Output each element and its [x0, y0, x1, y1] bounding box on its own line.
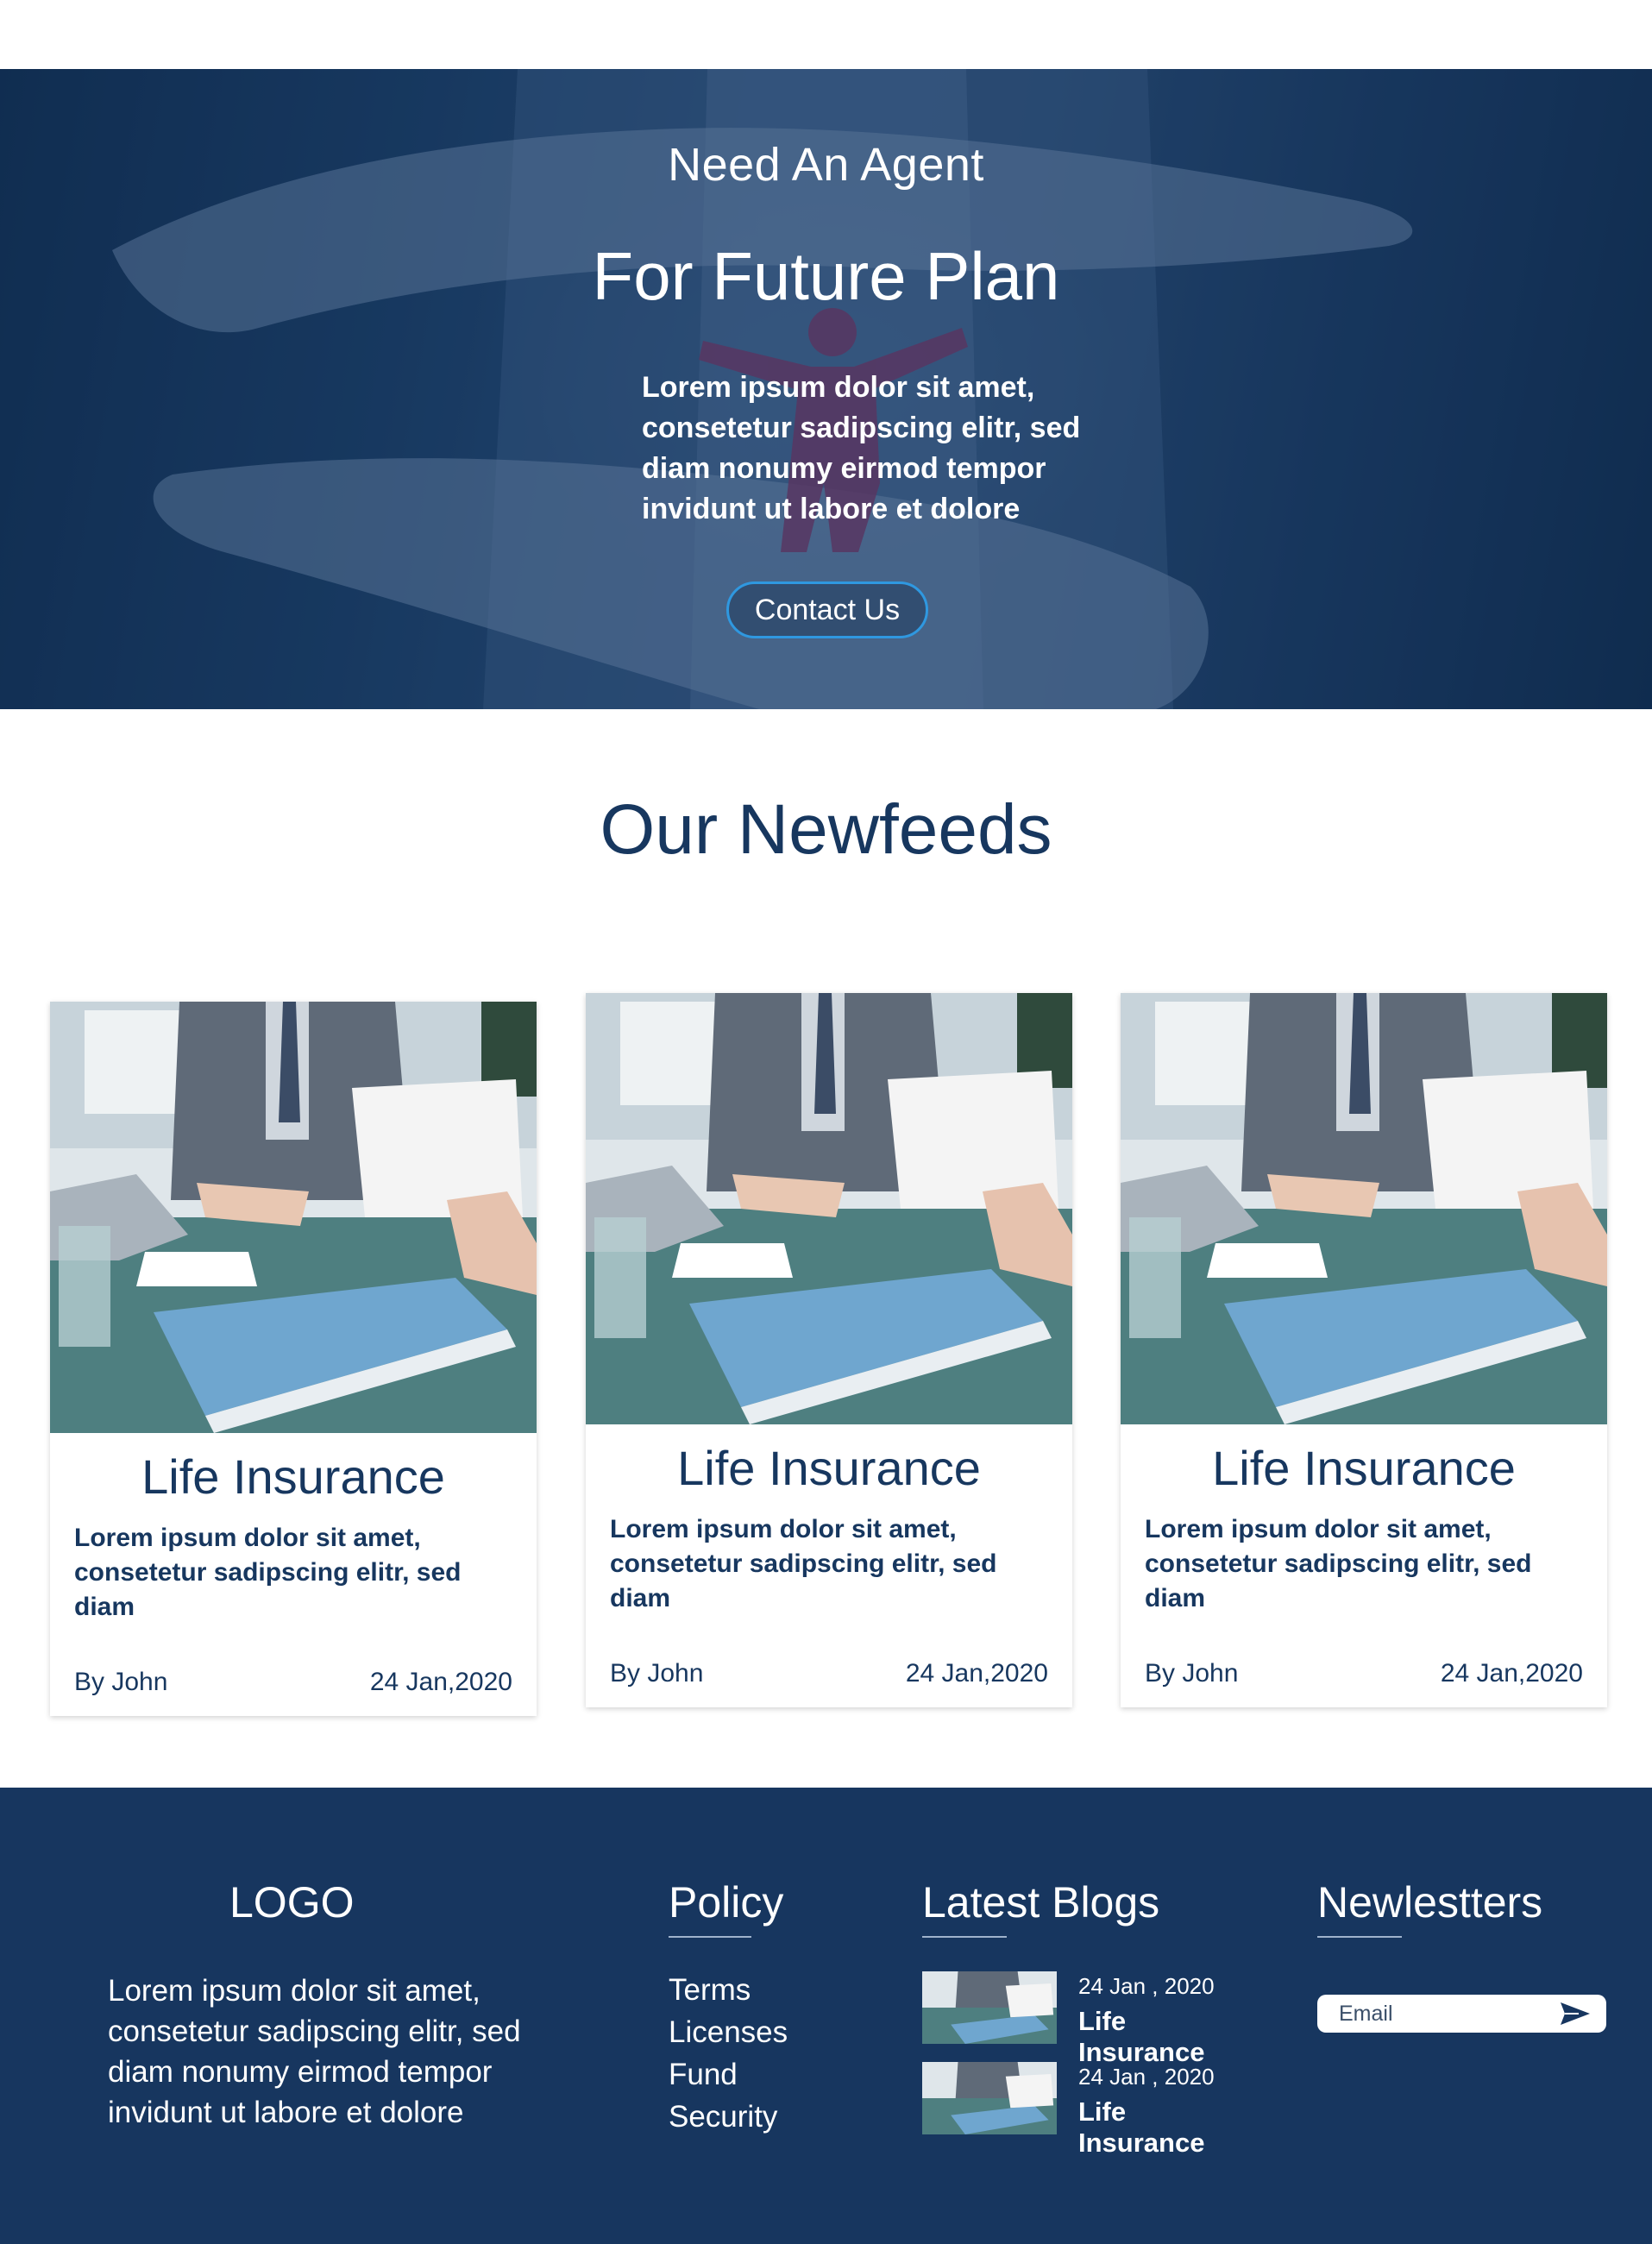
blog-item[interactable]: 24 Jan , 2020 Life Insurance — [922, 2062, 1233, 2158]
footer-link-terms[interactable]: Terms — [669, 1969, 788, 2011]
hero-banner: Need An Agent For Future Plan Lorem ipsu… — [0, 69, 1652, 709]
footer-link-fund[interactable]: Fund — [669, 2053, 788, 2096]
footer-about-text: Lorem ipsum dolor sit amet, consetetur s… — [108, 1974, 521, 2129]
blog-date: 24 Jan , 2020 — [1078, 1973, 1215, 1999]
hero-subtitle: Need An Agent — [668, 139, 984, 191]
card-text: Lorem ipsum dolor sit amet, consetetur s… — [74, 1524, 462, 1621]
card-author: By John — [610, 1659, 704, 1688]
card-title: Life Insurance — [677, 1441, 981, 1495]
email-input[interactable] — [1317, 1995, 1550, 2033]
blog-thumbnail — [922, 2062, 1057, 2134]
contact-us-button[interactable]: Contact Us — [726, 581, 928, 638]
blog-item[interactable]: 24 Jan , 2020 Life Insurance — [922, 1971, 1233, 2067]
card-title: Life Insurance — [1212, 1441, 1516, 1495]
send-icon[interactable] — [1560, 2002, 1591, 2026]
news-card[interactable]: Life Insurance Lorem ipsum dolor sit ame… — [1121, 993, 1607, 1707]
blog-title[interactable]: Life Insurance — [1078, 2006, 1233, 2068]
card-date: 24 Jan,2020 — [1440, 1659, 1583, 1688]
card-image — [1121, 993, 1607, 1424]
card-title: Life Insurance — [141, 1449, 445, 1504]
newsletter-heading-underline — [1317, 1936, 1402, 1938]
policy-heading-underline — [669, 1936, 751, 1938]
hero-description: Lorem ipsum dolor sit amet, consetetur s… — [642, 371, 1081, 525]
footer: LOGO Lorem ipsum dolor sit amet, consete… — [0, 1788, 1652, 2244]
newsletter-heading: Newlestters — [1317, 1878, 1543, 1927]
blog-thumbnail — [922, 1971, 1057, 2044]
footer-link-security[interactable]: Security — [669, 2096, 788, 2138]
news-card[interactable]: Life Insurance Lorem ipsum dolor sit ame… — [50, 1002, 537, 1716]
card-date: 24 Jan,2020 — [905, 1659, 1048, 1688]
card-image — [586, 993, 1072, 1424]
card-date: 24 Jan,2020 — [369, 1668, 512, 1696]
policy-heading: Policy — [669, 1878, 784, 1927]
footer-link-licenses[interactable]: Licenses — [669, 2011, 788, 2053]
newsletter-form — [1317, 1995, 1606, 2033]
footer-logo[interactable]: LOGO — [229, 1877, 354, 1927]
blog-date: 24 Jan , 2020 — [1078, 2064, 1215, 2090]
policy-links: Terms Licenses Fund Security — [669, 1969, 788, 2138]
card-text: Lorem ipsum dolor sit amet, consetetur s… — [1145, 1515, 1532, 1612]
card-text: Lorem ipsum dolor sit amet, consetetur s… — [610, 1515, 997, 1612]
card-author: By John — [74, 1668, 168, 1696]
newsfeed-title: Our Newfeeds — [600, 790, 1052, 869]
latest-blogs-heading-underline — [922, 1936, 1007, 1938]
card-author: By John — [1145, 1659, 1239, 1688]
blog-title[interactable]: Life Insurance — [1078, 2096, 1233, 2159]
news-card[interactable]: Life Insurance Lorem ipsum dolor sit ame… — [586, 993, 1072, 1707]
card-image — [50, 1002, 537, 1433]
latest-blogs-heading: Latest Blogs — [922, 1878, 1160, 1927]
hero-title: For Future Plan — [592, 238, 1060, 314]
